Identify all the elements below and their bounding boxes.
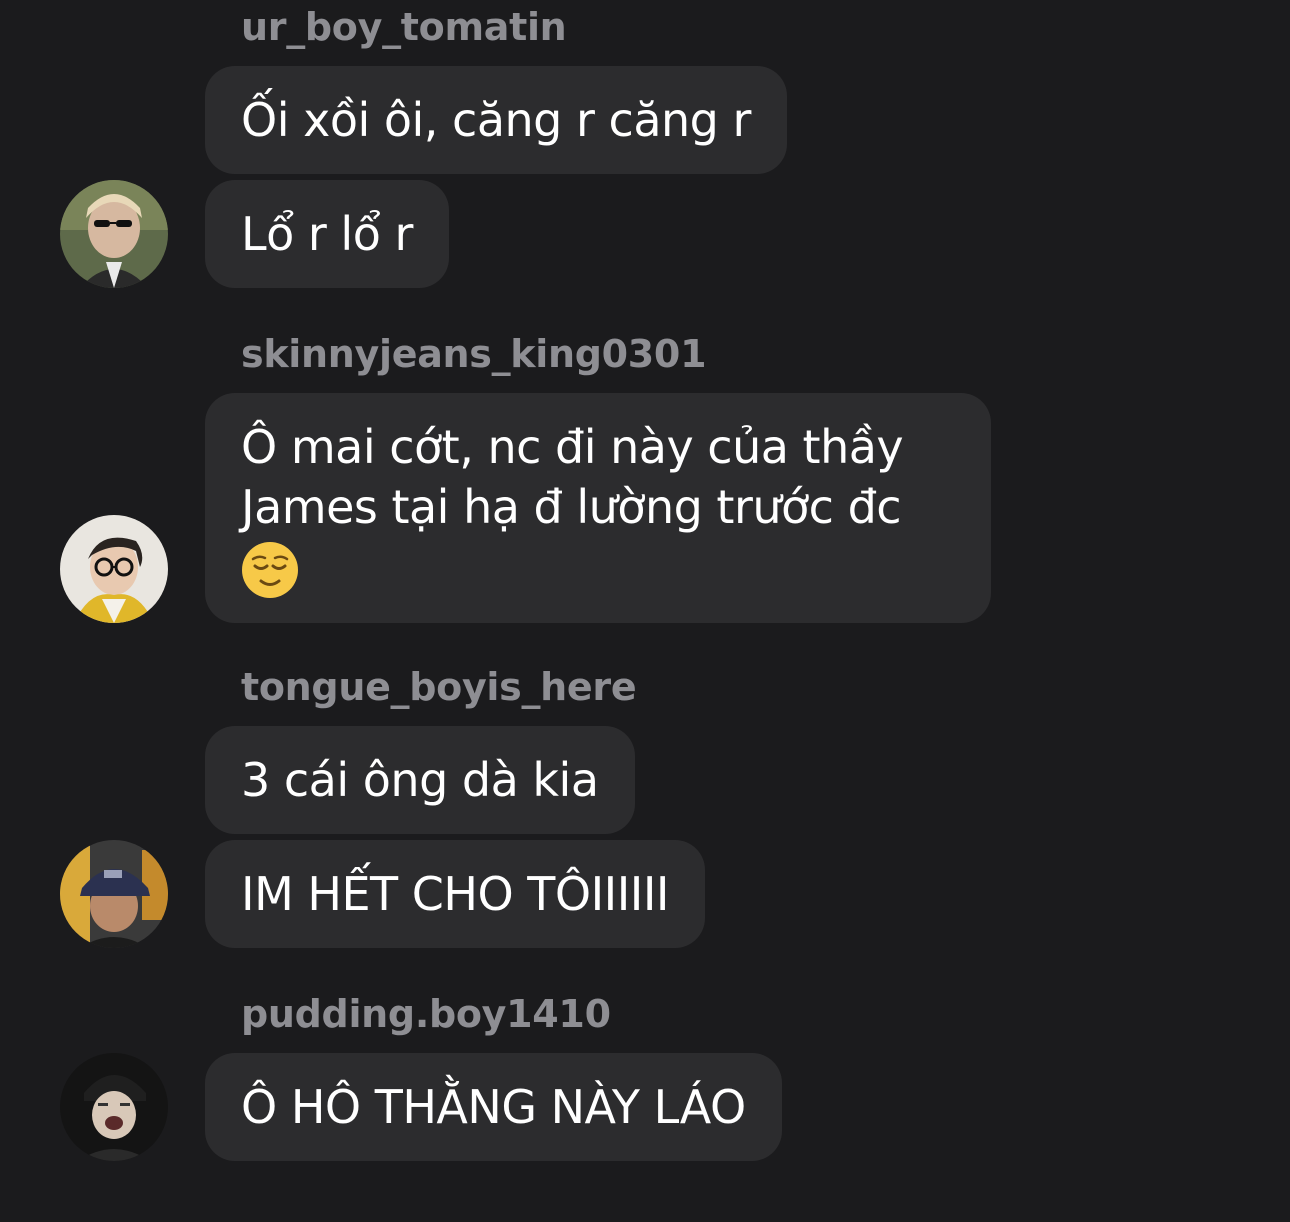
message-text: Lổ r lổ r bbox=[241, 207, 413, 261]
message-bubble[interactable]: Ô mai cớt, nc đi này của thầy James tại … bbox=[205, 393, 991, 623]
message-text: Ô HÔ THẰNG NÀY LÁO bbox=[241, 1080, 746, 1134]
relieved-face-emoji-icon bbox=[242, 542, 298, 598]
sender-name[interactable]: pudding.boy1410 bbox=[241, 995, 611, 1033]
sender-name[interactable]: skinnyjeans_king0301 bbox=[241, 335, 707, 373]
message-text: IM HẾT CHO TÔIIIIII bbox=[241, 867, 670, 921]
sender-name[interactable]: ur_boy_tomatin bbox=[241, 8, 567, 46]
message-text: 3 cái ông dà kia bbox=[241, 753, 599, 807]
message-bubble[interactable]: IM HẾT CHO TÔIIIIII bbox=[205, 840, 705, 948]
sender-name[interactable]: tongue_boyis_here bbox=[241, 668, 637, 706]
profile-photo-icon bbox=[60, 840, 168, 948]
profile-photo-icon bbox=[60, 515, 168, 623]
message-bubble[interactable]: Ô HÔ THẰNG NÀY LÁO bbox=[205, 1053, 782, 1161]
avatar[interactable] bbox=[60, 840, 168, 948]
profile-photo-icon bbox=[60, 180, 168, 288]
message-bubble[interactable]: Lổ r lổ r bbox=[205, 180, 449, 288]
profile-photo-icon bbox=[60, 1053, 168, 1161]
avatar[interactable] bbox=[60, 515, 168, 623]
avatar[interactable] bbox=[60, 180, 168, 288]
avatar[interactable] bbox=[60, 1053, 168, 1161]
message-bubble[interactable]: Ối xồi ôi, căng r căng r bbox=[205, 66, 787, 174]
message-bubble[interactable]: 3 cái ông dà kia bbox=[205, 726, 635, 834]
message-text: Ối xồi ôi, căng r căng r bbox=[241, 93, 751, 147]
message-text: Ô mai cớt, nc đi này của thầy James tại … bbox=[241, 420, 904, 534]
